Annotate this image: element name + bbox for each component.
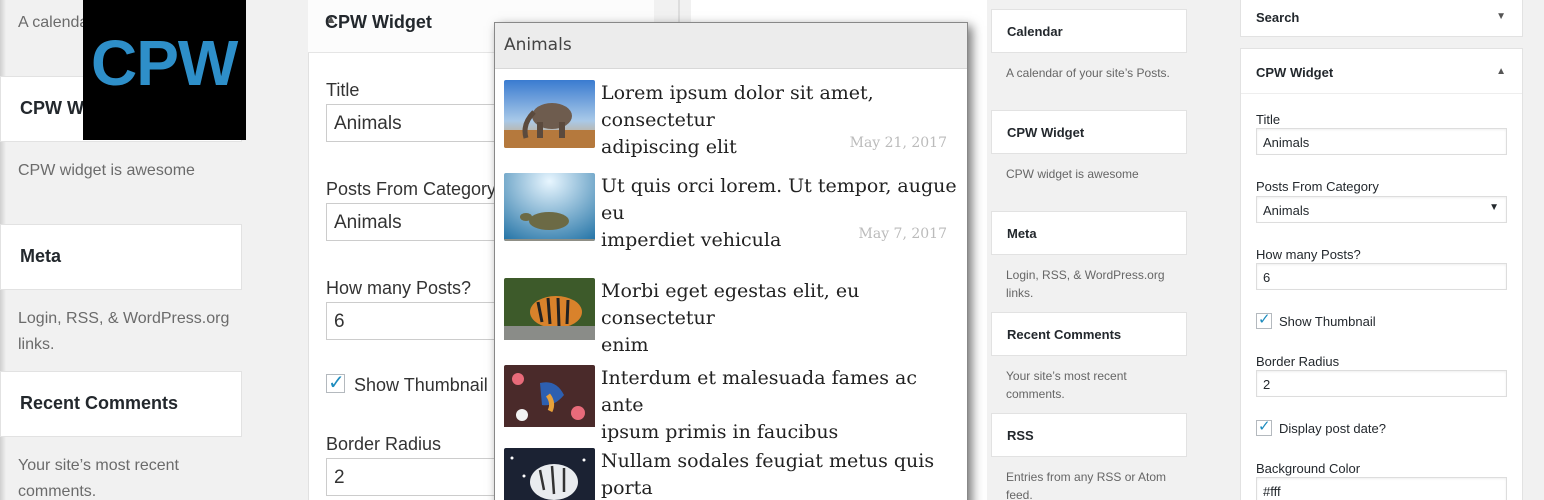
show-thumbnail-checkbox[interactable]: ✓: [326, 372, 345, 394]
recent-comments-widget-tile-small[interactable]: Recent Comments: [991, 312, 1187, 356]
show-thumbnail-label: Show Thumbnail: [354, 375, 488, 395]
show-thumbnail-label: Show Thumbnail: [1279, 314, 1376, 329]
rss-widget-title: RSS: [1007, 428, 1034, 443]
checkmark-icon: ✓: [1258, 311, 1271, 328]
post-title-line2: ipsum primis in faucibus: [601, 421, 839, 443]
title-input[interactable]: Animals: [1256, 128, 1507, 155]
calendar-widget-description: A calendar of your site’s Posts.: [1006, 66, 1170, 80]
background-color-label: Background Color: [1256, 461, 1361, 476]
cpw-widget-title-small: CPW Widget: [1007, 125, 1085, 140]
recent-comments-widget-title-small: Recent Comments: [1007, 327, 1122, 342]
recent-comments-description-small-line1: Your site’s most recent: [1006, 369, 1127, 383]
zoomed-available-widgets-panel: A calendar CPW Wid CPW widget is awesome…: [0, 0, 296, 500]
meta-widget-description-line1: Login, RSS, & WordPress.org: [1006, 268, 1165, 282]
post-date: May 7, 2017: [858, 226, 947, 242]
post-title[interactable]: Interdum et malesuada fames ac ante ipsu…: [601, 365, 961, 446]
calendar-widget-title: Calendar: [1007, 24, 1063, 39]
post-thumbnail-tiger[interactable]: [504, 278, 595, 346]
background-color-input[interactable]: #fff: [1256, 477, 1507, 500]
rss-widget-description-line1: Entries from any RSS or Atom: [1006, 470, 1167, 484]
caret-up-icon[interactable]: ▲: [1496, 66, 1506, 77]
post-thumbnail-elephant[interactable]: [504, 80, 595, 148]
post-thumbnail-turtle[interactable]: [504, 173, 595, 241]
cpw-widget-tile-small[interactable]: CPW Widget: [991, 110, 1187, 154]
border-radius-label: Border Radius: [1256, 354, 1340, 369]
recent-comments-description-line1: Your site’s most recent: [18, 457, 179, 474]
caret-down-icon[interactable]: ▼: [1496, 11, 1506, 22]
post-count-label: How many Posts?: [1256, 247, 1361, 262]
meta-widget-description-line2: links.: [1006, 286, 1034, 300]
meta-description-line2: links.: [18, 336, 55, 353]
dropdown-arrow-icon: ▼: [1489, 202, 1499, 213]
show-thumbnail-checkbox[interactable]: ✓: [1256, 311, 1272, 329]
post-title-line2: enim: [601, 334, 649, 356]
post-title-line1: Lorem ipsum dolor sit amet, consectetur: [601, 82, 874, 131]
cpw-widget-settings-header[interactable]: CPW Widget ▲: [1241, 49, 1522, 94]
checkmark-icon: ✓: [328, 372, 345, 394]
sidebar-widget-settings-panel: Search ▼ CPW Widget ▲ Title Animals Post…: [1225, 0, 1544, 500]
recent-comments-description-small-line2: comments.: [1006, 387, 1065, 401]
post-count-label: How many Posts?: [326, 278, 472, 298]
display-date-label: Display post date?: [1279, 421, 1386, 436]
category-select[interactable]: Animals ▼: [1256, 196, 1507, 223]
category-label: Posts From Category: [1256, 179, 1379, 194]
recent-comments-widget-tile-title: Recent Comments: [20, 393, 179, 413]
post-thumbnail-white-tiger[interactable]: [504, 448, 595, 500]
search-widget-tile[interactable]: Search ▼: [1240, 0, 1523, 37]
post-title-line1: Interdum et malesuada fames ac ante: [601, 367, 917, 416]
cpw-logo-text: CPW: [91, 27, 238, 99]
post-title-line1: Ut quis orci lorem. Ut tempor, augue eu: [601, 175, 957, 224]
border-radius-input[interactable]: 2: [1256, 370, 1507, 397]
cpw-widget-description: CPW widget is awesome: [18, 162, 195, 179]
meta-widget-title-small: Meta: [1007, 226, 1037, 241]
category-label: Posts From Category: [326, 179, 497, 199]
post-title[interactable]: Nullam sodales feugiat metus quis porta: [601, 448, 961, 500]
title-label: Title: [326, 80, 360, 100]
checkmark-icon: ✓: [1258, 418, 1271, 435]
recent-comments-description-line2: comments.: [18, 483, 97, 500]
category-select-value: Animals: [1263, 203, 1310, 218]
title-label: Title: [1256, 112, 1281, 127]
post-title[interactable]: Morbi eget egestas elit, eu consectetur …: [601, 278, 961, 359]
recent-comments-widget-tile[interactable]: Recent Comments: [0, 371, 242, 437]
preview-widget-title: Animals: [495, 23, 967, 69]
meta-widget-tile-title: Meta: [20, 246, 62, 266]
display-date-checkbox[interactable]: ✓: [1256, 418, 1272, 436]
widget-front-end-preview: Animals Lorem ipsum dolor sit amet, cons…: [494, 22, 968, 500]
rss-widget-tile[interactable]: RSS: [991, 413, 1187, 457]
cpw-widget-description-small: CPW widget is awesome: [1006, 167, 1139, 181]
cpw-widget-settings-title: CPW Widget: [1256, 65, 1334, 80]
border-radius-label: Border Radius: [326, 434, 442, 454]
rss-widget-description-line2: feed.: [1006, 488, 1033, 500]
calendar-widget-tile[interactable]: Calendar: [991, 9, 1187, 53]
meta-widget-tile-small[interactable]: Meta: [991, 211, 1187, 255]
cpw-logo: CPW: [83, 0, 246, 140]
post-count-input[interactable]: 6: [1256, 263, 1507, 290]
post-title-line1: Morbi eget egestas elit, eu consectetur: [601, 280, 860, 329]
meta-widget-tile[interactable]: Meta: [0, 224, 242, 290]
post-title-line1: Nullam sodales feugiat metus quis porta: [601, 450, 935, 499]
post-thumbnail-bird[interactable]: [504, 365, 595, 433]
meta-description-line1: Login, RSS, & WordPress.org: [18, 310, 230, 327]
search-widget-title: Search: [1256, 10, 1300, 25]
post-date: May 21, 2017: [849, 135, 947, 151]
